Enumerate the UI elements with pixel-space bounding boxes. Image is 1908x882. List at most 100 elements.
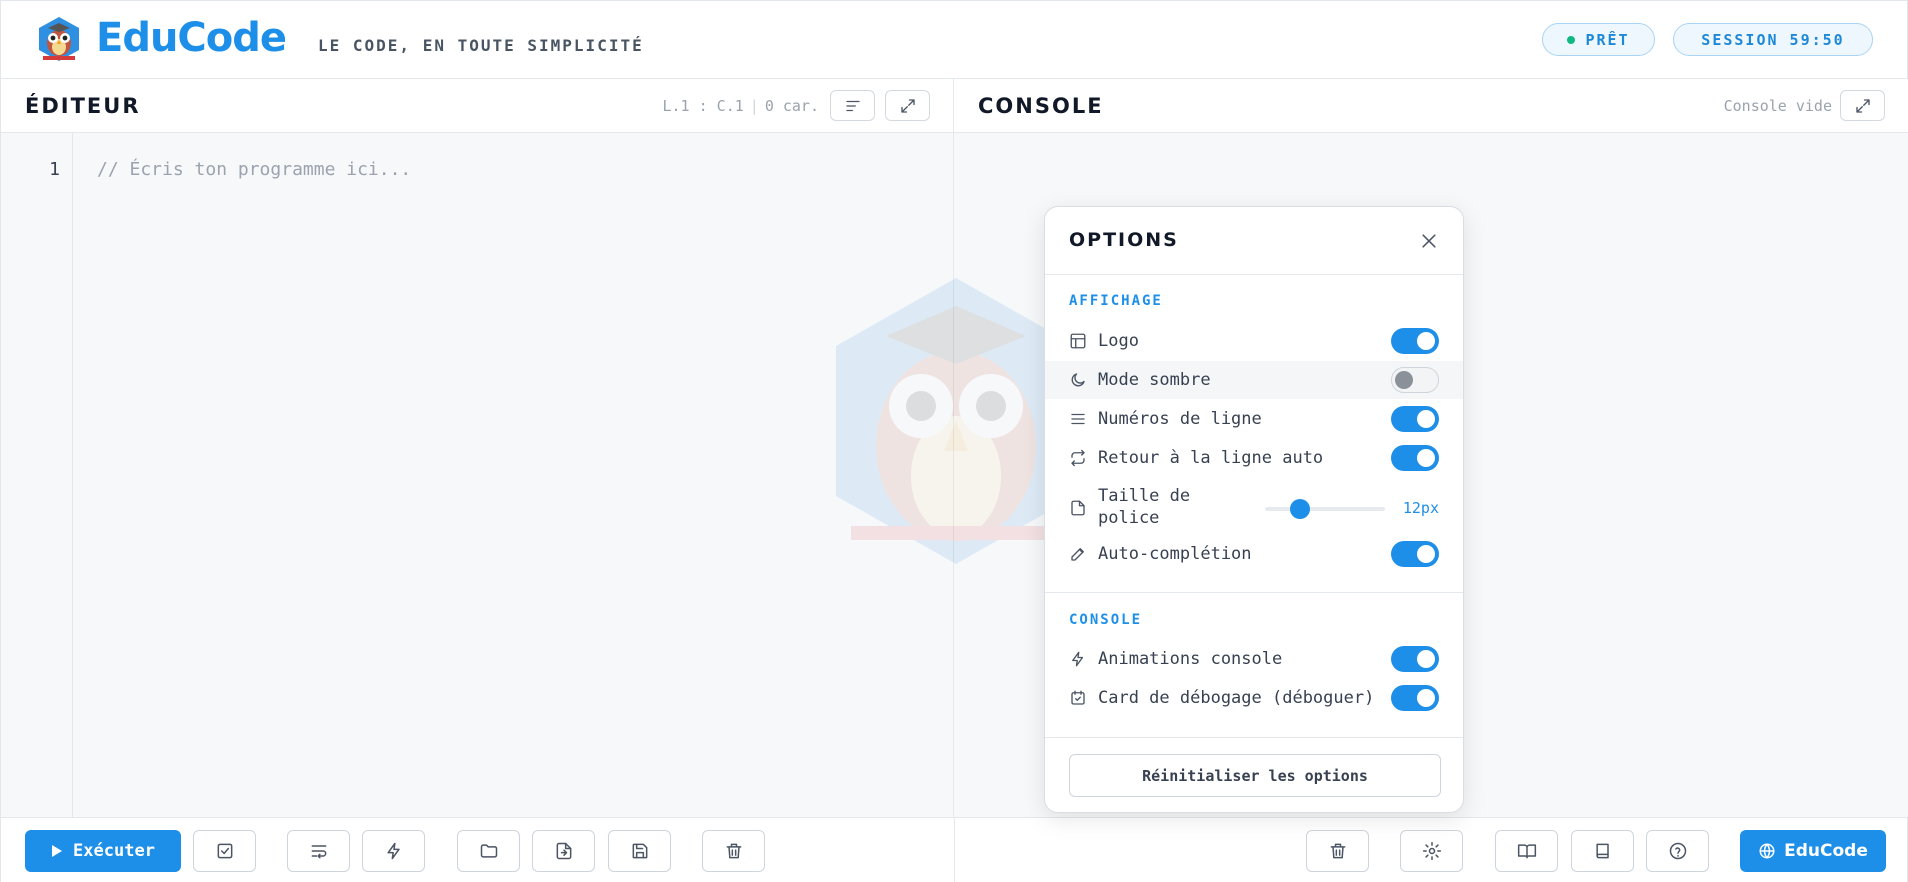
bolt-icon (386, 842, 400, 860)
option-label: Numéros de ligne (1098, 409, 1262, 429)
owl-logo-icon (39, 17, 79, 61)
session-timer-badge: SESSION 59:50 (1673, 23, 1873, 56)
editor-placeholder: // Écris ton programme ici... (97, 159, 412, 180)
toolbar-footer: Exécuter EduCode (1, 817, 1907, 882)
console-status: Console vide (1723, 97, 1832, 115)
repeat-icon (1071, 449, 1085, 467)
app-window: EduCode LE CODE, EN TOUTE SIMPLICITÉ PRÊ… (0, 0, 1908, 882)
gear-icon (1422, 841, 1441, 861)
debug-card-toggle[interactable] (1391, 685, 1439, 711)
editor-header: ÉDITEUR L.1 : C.1 | 0 car. (1, 79, 954, 133)
moon-icon (1071, 373, 1085, 387)
modal-divider (1045, 274, 1463, 275)
options-title: OPTIONS (1069, 229, 1179, 251)
file-icon (1071, 500, 1085, 516)
book-icon (1595, 843, 1609, 859)
word-wrap-toggle[interactable] (1391, 445, 1439, 471)
font-size-value: 12px (1402, 499, 1439, 517)
options-dialog: OPTIONS AFFICHAGE Logo Mode sombre Numér… (1044, 206, 1464, 813)
option-label: Retour à la ligne auto (1098, 448, 1324, 468)
align-left-icon (845, 100, 860, 111)
option-label: Animations console (1098, 649, 1283, 669)
status-text: PRÊT (1585, 30, 1630, 49)
close-icon[interactable] (1419, 231, 1439, 251)
line-numbers-toggle[interactable] (1391, 406, 1439, 432)
reset-options-button[interactable]: Réinitialiser les options (1069, 754, 1441, 797)
cursor-position: L.1 : C.1 (662, 97, 744, 115)
modal-divider (1045, 592, 1463, 593)
check-button[interactable] (193, 830, 256, 872)
brand-name: EduCode (96, 15, 287, 61)
option-console-animations: Animations console (1045, 640, 1463, 678)
educode-site-button[interactable]: EduCode (1740, 830, 1886, 872)
option-label: Taille de police (1098, 486, 1191, 528)
wrap-text-icon (311, 845, 326, 859)
char-count: 0 car. (764, 97, 819, 115)
guide-button[interactable] (1571, 830, 1634, 872)
settings-button[interactable] (1400, 830, 1463, 872)
editor-title: ÉDITEUR (25, 94, 141, 118)
console-fullscreen-button[interactable] (1840, 90, 1885, 121)
option-line-numbers: Numéros de ligne (1045, 400, 1463, 438)
code-editor[interactable]: 1 // Écris ton programme ici... (1, 133, 954, 817)
option-label: Card de débogage (déboguer) (1098, 688, 1375, 708)
expand-icon (900, 98, 915, 113)
wrap-button[interactable] (287, 830, 350, 872)
status-badge: PRÊT (1542, 23, 1655, 56)
option-dark-mode: Mode sombre (1045, 361, 1463, 399)
run-label: Exécuter (73, 841, 155, 861)
display-section-label: AFFICHAGE (1069, 293, 1163, 309)
option-label: Mode sombre (1098, 370, 1211, 390)
editor-status: L.1 : C.1 | 0 car. (662, 97, 820, 115)
run-button[interactable]: Exécuter (25, 830, 181, 872)
layout-icon (1070, 333, 1086, 349)
educode-label: EduCode (1784, 841, 1868, 861)
lines-icon (1071, 413, 1085, 425)
option-word-wrap: Retour à la ligne auto (1045, 439, 1463, 477)
font-size-slider[interactable] (1265, 499, 1385, 519)
console-animations-toggle[interactable] (1391, 646, 1439, 672)
docs-button[interactable] (1495, 830, 1558, 872)
footer-divider (954, 818, 955, 882)
dark-mode-toggle[interactable] (1391, 367, 1439, 393)
bolt-icon (1072, 651, 1084, 667)
open-file-button[interactable] (457, 830, 520, 872)
editor-fullscreen-button[interactable] (885, 90, 930, 121)
globe-icon (1759, 843, 1775, 859)
format-button[interactable] (830, 90, 875, 121)
option-label: Auto-complétion (1098, 544, 1252, 564)
import-file-button[interactable] (532, 830, 595, 872)
calendar-check-icon (1071, 690, 1085, 705)
checkbox-icon (217, 843, 232, 859)
line-number: 1 (49, 159, 60, 180)
play-icon (52, 845, 63, 857)
expand-icon (1855, 98, 1870, 113)
option-debug-card: Card de débogage (déboguer) (1045, 679, 1463, 717)
clear-console-button[interactable] (1306, 830, 1369, 872)
option-label: Logo (1098, 331, 1139, 351)
clear-editor-button[interactable] (702, 830, 765, 872)
help-circle-icon (1669, 842, 1686, 860)
slider-handle[interactable] (1289, 499, 1310, 519)
open-book-icon (1517, 844, 1536, 859)
option-font-size: Taille de police 12px (1045, 483, 1463, 533)
option-autocomplete: Auto-complétion (1045, 535, 1463, 573)
console-header: CONSOLE Console vide (954, 79, 1908, 133)
trash-icon (1330, 843, 1345, 859)
line-gutter: 1 (1, 133, 73, 817)
folder-icon (480, 844, 497, 858)
option-logo: Logo (1045, 322, 1463, 360)
autocomplete-toggle[interactable] (1391, 541, 1439, 567)
status-dot-icon (1567, 35, 1576, 44)
console-title: CONSOLE (978, 94, 1104, 118)
save-button[interactable] (608, 830, 671, 872)
tagline: LE CODE, EN TOUTE SIMPLICITÉ (318, 36, 644, 55)
modal-divider (1045, 737, 1463, 738)
logo-toggle[interactable] (1391, 328, 1439, 354)
help-button[interactable] (1646, 830, 1709, 872)
quick-run-button[interactable] (362, 830, 425, 872)
file-import-icon (556, 842, 571, 860)
app-header: EduCode LE CODE, EN TOUTE SIMPLICITÉ PRÊ… (1, 1, 1907, 79)
pencil-icon (1071, 548, 1084, 561)
save-icon (632, 843, 647, 859)
